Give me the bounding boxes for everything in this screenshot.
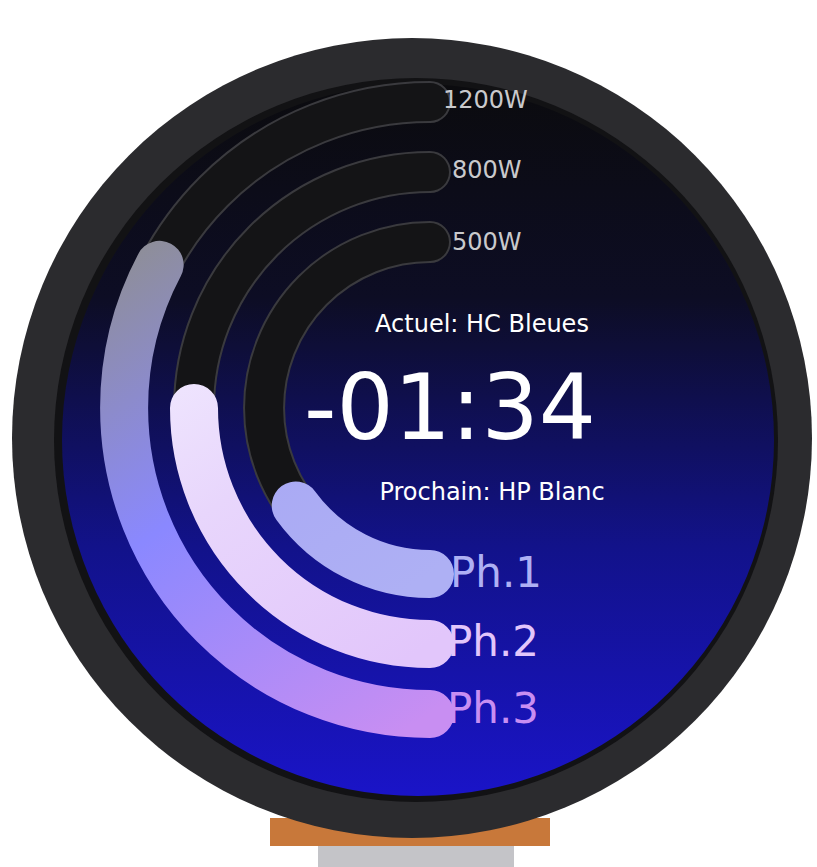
phase-label: Ph.2 [447, 617, 539, 667]
connector [318, 845, 514, 867]
round-display: 1200W 800W 500W Ph.1 Ph.2 Ph.3 Actuel: HC Bleu… [0, 0, 817, 867]
phase-label: Ph.1 [450, 548, 542, 598]
countdown: -01:34 [304, 358, 596, 457]
scale-label: 500W [452, 228, 522, 257]
bezel [12, 38, 812, 838]
current-period: Actuel: HC Bleues [375, 310, 589, 339]
scale-label: 800W [452, 156, 522, 185]
phase-label: Ph.3 [447, 684, 539, 734]
next-period: Prochain: HP Blanc [379, 478, 604, 507]
screen [62, 84, 774, 796]
scale-label: 1200W [443, 86, 528, 115]
